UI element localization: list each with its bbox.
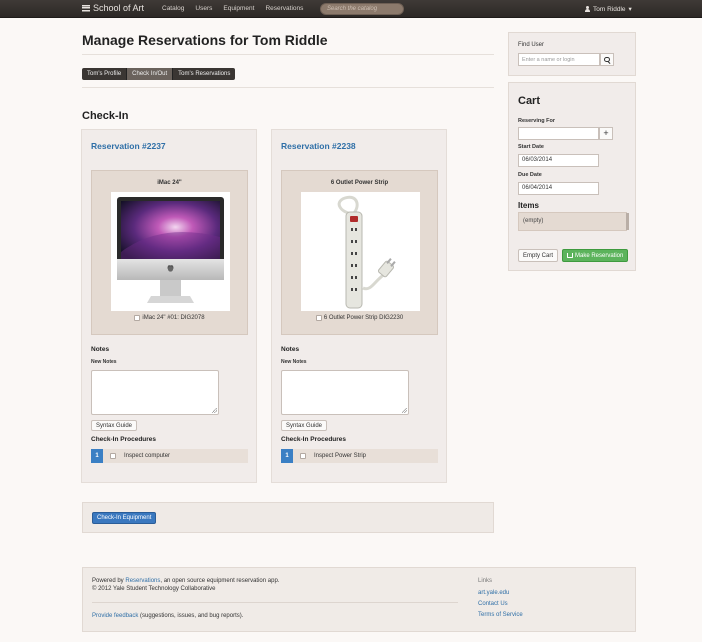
start-date-label: Start Date <box>518 144 544 150</box>
section-title: Check-In <box>82 110 129 122</box>
procedure-number-badge: 1 <box>91 449 103 463</box>
footer-links: art.yale.edu Contact Us Terms of Service <box>478 590 523 618</box>
procedure-number-badge: 1 <box>281 449 293 463</box>
syntax-guide-button[interactable]: Syntax Guide <box>281 420 328 431</box>
syntax-guide-button[interactable]: Syntax Guide <box>91 420 138 431</box>
divider <box>92 602 458 603</box>
search-icon <box>604 56 610 63</box>
user-icon <box>585 6 590 12</box>
notes-textarea[interactable] <box>91 370 219 415</box>
grid-icon <box>82 4 90 12</box>
make-reservation-button[interactable]: Make Reservation <box>562 249 629 262</box>
reservation-card: Reservation #2237 iMac 24" iMac 24" #01:… <box>81 129 257 483</box>
feedback-link[interactable]: Provide feedback <box>92 613 138 619</box>
check-in-equipment-button[interactable]: Check-In Equipment <box>92 512 157 524</box>
user-menu[interactable]: Tom Riddle ▾ <box>585 5 632 13</box>
notes-label: Notes <box>281 346 300 353</box>
footer-links-title: Links <box>478 578 493 584</box>
brand-logo[interactable]: School of Art <box>82 3 144 13</box>
reserving-for-input[interactable] <box>518 127 599 140</box>
powered-prefix: Powered by <box>92 578 126 584</box>
nav-link-users[interactable]: Users <box>195 5 212 12</box>
cart-icon <box>567 253 573 258</box>
item-label: 6 Outlet Power Strip DIG2230 <box>323 315 404 321</box>
find-user-input[interactable]: Enter a name or login <box>518 53 600 66</box>
make-reservation-label: Make Reservation <box>575 252 624 259</box>
nav-links: Catalog Users Equipment Reservations <box>162 5 303 12</box>
divider <box>82 87 494 88</box>
add-user-button[interactable]: + <box>599 127 613 140</box>
procedure-row: 1 Inspect computer <box>91 449 248 463</box>
start-date-input[interactable]: 06/03/2014 <box>518 154 599 167</box>
imac-icon <box>111 192 230 311</box>
nav-link-reservations[interactable]: Reservations <box>265 5 303 12</box>
item-checkbox[interactable] <box>315 315 322 321</box>
new-notes-label: New Notes <box>281 359 307 365</box>
top-navbar: School of Art Catalog Users Equipment Re… <box>0 0 702 18</box>
reservation-link[interactable]: Reservation #2237 <box>91 141 166 151</box>
user-name: Tom Riddle <box>593 5 626 13</box>
nav-link-catalog[interactable]: Catalog <box>162 5 184 12</box>
profile-tab-group: Tom's Profile Check In/Out Tom's Reserva… <box>82 68 236 80</box>
divider <box>82 54 494 55</box>
footer-link-contact[interactable]: Contact Us <box>478 601 523 607</box>
powered-suffix: , an open source equipment reservation a… <box>160 578 280 584</box>
feedback-suffix: (suggestions, issues, and bug reports). <box>138 613 244 619</box>
due-date-label: Due Date <box>518 172 542 178</box>
notes-textarea[interactable] <box>281 370 409 415</box>
equipment-item-box: iMac 24" iMac 24" #01: DIG2078 <box>91 170 248 335</box>
brand-name: School of Art <box>93 3 145 13</box>
equipment-item-box: 6 Outlet Power Strip 6 Outlet Power Stri… <box>281 170 438 335</box>
cart-panel: Cart Reserving For + Start Date 06/03/20… <box>508 82 636 271</box>
notes-label: Notes <box>91 346 110 353</box>
item-title: 6 Outlet Power Strip <box>330 180 389 186</box>
powered-by-text: Powered by Reservations, an open source … <box>92 578 279 584</box>
tab-reservations[interactable]: Tom's Reservations <box>173 68 236 80</box>
item-checkbox[interactable] <box>134 315 141 321</box>
find-user-label: Find User <box>518 42 545 48</box>
cart-items-label: Items <box>518 201 539 210</box>
procedures-label: Check-In Procedures <box>91 436 157 443</box>
due-date-input[interactable]: 06/04/2014 <box>518 182 599 195</box>
footer-link-art-yale[interactable]: art.yale.edu <box>478 590 523 596</box>
procedures-label: Check-In Procedures <box>281 436 347 443</box>
new-notes-label: New Notes <box>91 359 117 365</box>
nav-link-equipment[interactable]: Equipment <box>223 5 254 12</box>
procedure-text: Inspect Power Strip <box>314 453 367 459</box>
feedback-text: Provide feedback (suggestions, issues, a… <box>92 613 243 619</box>
find-user-button[interactable] <box>600 53 614 66</box>
footer: Powered by Reservations, an open source … <box>82 567 636 632</box>
tab-check-in-out[interactable]: Check In/Out <box>127 68 174 80</box>
cart-title: Cart <box>518 95 541 107</box>
procedure-row: 1 Inspect Power Strip <box>281 449 438 463</box>
item-checkbox-row: iMac 24" #01: DIG2078 <box>92 315 247 321</box>
procedure-checkbox[interactable] <box>110 453 116 459</box>
check-in-actions: Check-In Equipment <box>82 502 494 533</box>
item-checkbox-row: 6 Outlet Power Strip DIG2230 <box>282 315 437 321</box>
copyright-text: © 2012 Yale Student Technology Collabora… <box>92 586 216 592</box>
power-strip-icon <box>301 192 420 311</box>
cart-items-list: (empty) <box>518 212 629 231</box>
empty-cart-button[interactable]: Empty Cart <box>518 249 559 262</box>
footer-link-terms[interactable]: Terms of Service <box>478 612 523 618</box>
tab-profile[interactable]: Tom's Profile <box>82 68 128 80</box>
reserving-for-label: Reserving For <box>518 118 555 124</box>
procedure-checkbox[interactable] <box>300 453 306 459</box>
find-user-panel: Find User Enter a name or login <box>508 32 636 76</box>
chevron-down-icon: ▾ <box>628 6 632 13</box>
item-title: iMac 24" <box>157 180 182 186</box>
page-title: Manage Reservations for Tom Riddle <box>82 32 328 48</box>
item-label: iMac 24" #01: DIG2078 <box>142 315 205 321</box>
reservations-link[interactable]: Reservations <box>125 578 160 584</box>
reservation-link[interactable]: Reservation #2238 <box>281 141 356 151</box>
reservation-card: Reservation #2238 6 Outlet Power Strip 6… <box>271 129 447 483</box>
procedure-text: Inspect computer <box>124 453 171 459</box>
catalog-search-input[interactable]: Search the catalog <box>320 3 404 15</box>
